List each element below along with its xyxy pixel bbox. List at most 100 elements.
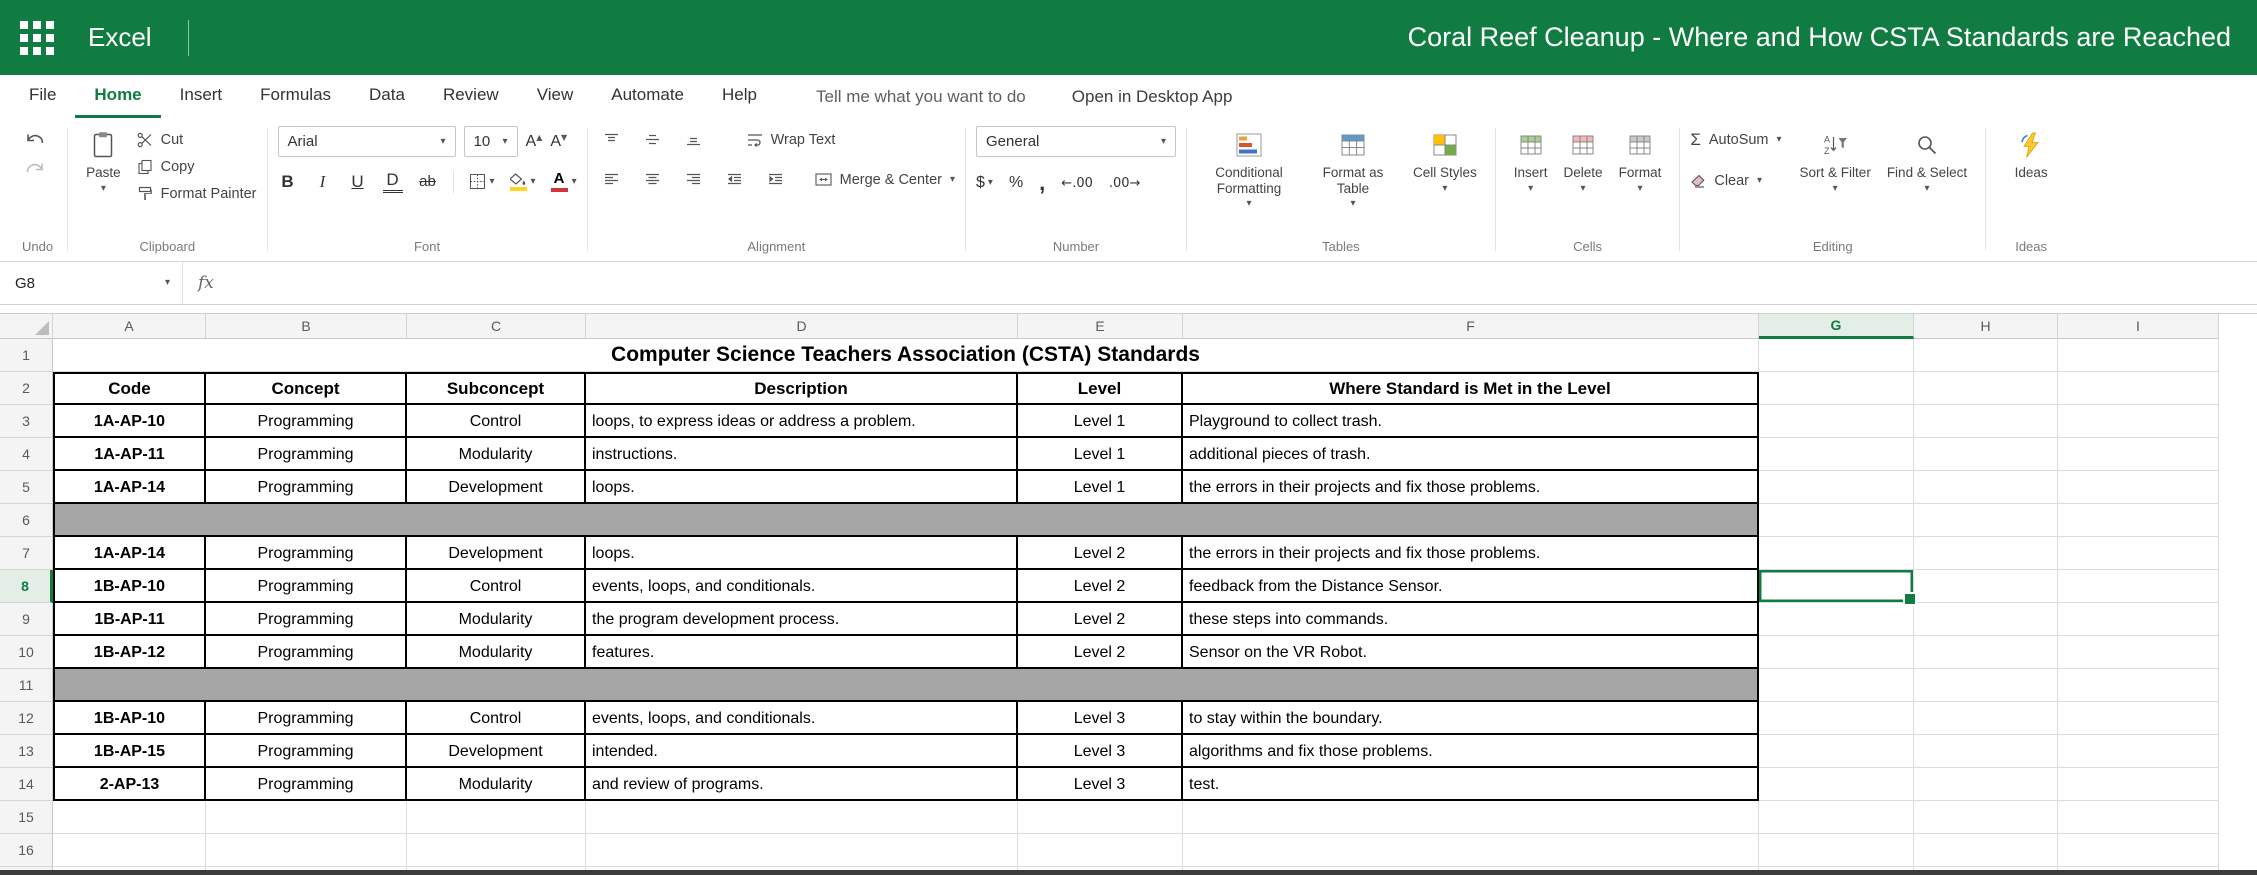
cell-C7[interactable]: Development <box>407 537 586 570</box>
menu-tab-review[interactable]: Review <box>424 75 518 118</box>
cell-H8[interactable] <box>1914 570 2058 603</box>
clear-button[interactable]: Clear ▾ <box>1690 167 1762 194</box>
row-header-5[interactable]: 5 <box>0 471 53 504</box>
cell-E16[interactable] <box>1018 834 1183 867</box>
cell-E4[interactable]: Level 1 <box>1018 438 1183 471</box>
menu-tab-home[interactable]: Home <box>75 75 160 118</box>
app-name[interactable]: Excel <box>88 22 152 53</box>
cell-C15[interactable] <box>407 801 586 834</box>
borders-button[interactable]: ▾ <box>469 173 495 190</box>
cell-D13[interactable]: intended. <box>586 735 1018 768</box>
cell-B2[interactable]: Concept <box>206 372 407 405</box>
row-header-15[interactable]: 15 <box>0 801 53 834</box>
cell-H2[interactable] <box>1914 372 2058 405</box>
cell-G9[interactable] <box>1759 603 1914 636</box>
cell-I8[interactable] <box>2058 570 2219 603</box>
cell-D5[interactable]: loops. <box>586 471 1018 504</box>
cell-B16[interactable] <box>206 834 407 867</box>
cell-F4[interactable]: additional pieces of trash. <box>1183 438 1759 471</box>
row-header-13[interactable]: 13 <box>0 735 53 768</box>
cell-A8[interactable]: 1B-AP-10 <box>53 570 206 603</box>
cell-H10[interactable] <box>1914 636 2058 669</box>
column-header-H[interactable]: H <box>1914 314 2058 339</box>
cell-A12[interactable]: 1B-AP-10 <box>53 702 206 735</box>
cell-F13[interactable]: algorithms and fix those problems. <box>1183 735 1759 768</box>
cell-C16[interactable] <box>407 834 586 867</box>
column-header-B[interactable]: B <box>206 314 407 339</box>
cell-G3[interactable] <box>1759 405 1914 438</box>
double-underline-button[interactable]: D <box>383 170 403 193</box>
cell-C2[interactable]: Subconcept <box>407 372 586 405</box>
cell-F2[interactable]: Where Standard is Met in the Level <box>1183 372 1759 405</box>
cell-A13[interactable]: 1B-AP-15 <box>53 735 206 768</box>
paste-button[interactable]: Paste ▾ <box>78 126 129 194</box>
menu-tab-help[interactable]: Help <box>703 75 776 118</box>
cell-B9[interactable]: Programming <box>206 603 407 636</box>
format-cells-button[interactable]: Format ▾ <box>1611 126 1670 194</box>
cell-I11[interactable] <box>2058 669 2219 702</box>
cell-G11[interactable] <box>1759 669 1914 702</box>
cell-H16[interactable] <box>1914 834 2058 867</box>
row-header-7[interactable]: 7 <box>0 537 53 570</box>
cell-H3[interactable] <box>1914 405 2058 438</box>
cell-H4[interactable] <box>1914 438 2058 471</box>
cell-D16[interactable] <box>586 834 1018 867</box>
cell-C3[interactable]: Control <box>407 405 586 438</box>
row-header-10[interactable]: 10 <box>0 636 53 669</box>
cell-H15[interactable] <box>1914 801 2058 834</box>
cell-B15[interactable] <box>206 801 407 834</box>
row-header-14[interactable]: 14 <box>0 768 53 801</box>
cell-H12[interactable] <box>1914 702 2058 735</box>
cell-B12[interactable]: Programming <box>206 702 407 735</box>
cell-A5[interactable]: 1A-AP-14 <box>53 471 206 504</box>
cell-C10[interactable]: Modularity <box>407 636 586 669</box>
decrease-font-size-button[interactable]: A▼ <box>550 133 567 151</box>
cell-F7[interactable]: the errors in their projects and fix tho… <box>1183 537 1759 570</box>
menu-tab-formulas[interactable]: Formulas <box>241 75 350 118</box>
cell-D12[interactable]: events, loops, and conditionals. <box>586 702 1018 735</box>
cell-styles-button[interactable]: Cell Styles ▾ <box>1405 126 1485 194</box>
cell-H1[interactable] <box>1914 339 2058 372</box>
column-header-I[interactable]: I <box>2058 314 2219 339</box>
row-header-11[interactable]: 11 <box>0 669 53 702</box>
fill-color-button[interactable]: ▾ <box>510 173 536 191</box>
cell-C5[interactable]: Development <box>407 471 586 504</box>
bold-button[interactable]: B <box>278 172 298 192</box>
cell-D8[interactable]: events, loops, and conditionals. <box>586 570 1018 603</box>
decrease-decimal-button[interactable]: .00→ <box>1109 176 1141 191</box>
cell-A16[interactable] <box>53 834 206 867</box>
cell-G14[interactable] <box>1759 768 1914 801</box>
cell-D15[interactable] <box>586 801 1018 834</box>
cell-E9[interactable]: Level 2 <box>1018 603 1183 636</box>
row-header-9[interactable]: 9 <box>0 603 53 636</box>
menu-tab-insert[interactable]: Insert <box>161 75 242 118</box>
cell-E13[interactable]: Level 3 <box>1018 735 1183 768</box>
column-header-G[interactable]: G <box>1759 314 1914 339</box>
align-right-icon[interactable] <box>680 168 707 191</box>
cell-C13[interactable]: Development <box>407 735 586 768</box>
cell-separator-row-11[interactable] <box>53 669 1759 702</box>
cell-G15[interactable] <box>1759 801 1914 834</box>
menu-tab-view[interactable]: View <box>518 75 593 118</box>
cell-title-A1[interactable]: Computer Science Teachers Association (C… <box>53 339 1759 372</box>
cell-B10[interactable]: Programming <box>206 636 407 669</box>
cell-H11[interactable] <box>1914 669 2058 702</box>
cell-G12[interactable] <box>1759 702 1914 735</box>
cell-E8[interactable]: Level 2 <box>1018 570 1183 603</box>
font-size-select[interactable]: 10 ▾ <box>464 126 518 157</box>
sort-filter-button[interactable]: AZ Sort & Filter ▾ <box>1792 126 1879 194</box>
font-name-select[interactable]: Arial ▾ <box>278 126 456 157</box>
fx-icon[interactable]: fx <box>183 273 229 293</box>
cell-H7[interactable] <box>1914 537 2058 570</box>
cell-D3[interactable]: loops, to express ideas or address a pro… <box>586 405 1018 438</box>
cell-I12[interactable] <box>2058 702 2219 735</box>
cell-E14[interactable]: Level 3 <box>1018 768 1183 801</box>
cell-B14[interactable]: Programming <box>206 768 407 801</box>
increase-indent-icon[interactable] <box>762 168 789 191</box>
italic-button[interactable]: I <box>313 172 333 192</box>
cell-E5[interactable]: Level 1 <box>1018 471 1183 504</box>
align-left-icon[interactable] <box>598 168 625 191</box>
row-header-4[interactable]: 4 <box>0 438 53 471</box>
cell-F9[interactable]: these steps into commands. <box>1183 603 1759 636</box>
redo-button[interactable] <box>18 155 52 184</box>
